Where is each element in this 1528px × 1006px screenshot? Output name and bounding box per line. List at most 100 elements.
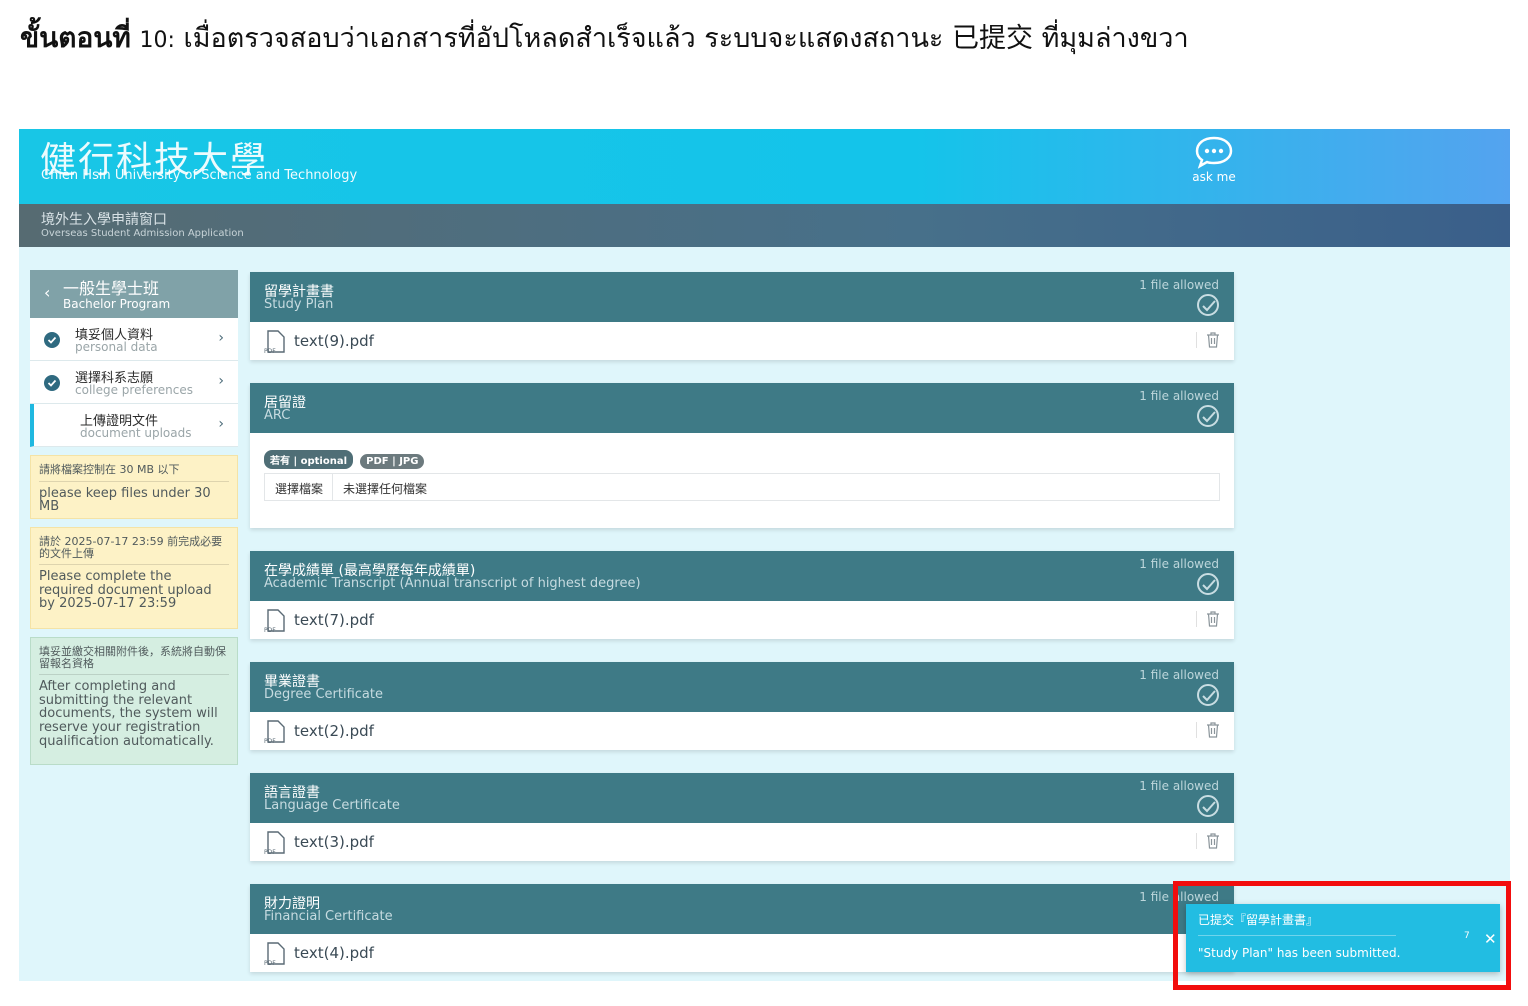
- pdf-file-icon: PDF: [264, 942, 285, 966]
- program-title-zh: 一般生學士班: [63, 279, 160, 298]
- note-en: please keep files under 30 MB: [39, 485, 211, 515]
- chevron-right-icon: ›: [218, 416, 224, 432]
- pdf-file-icon: PDF: [264, 720, 285, 744]
- svg-text:PDF: PDF: [264, 738, 276, 744]
- divider: [1196, 611, 1197, 627]
- file-type-tag: PDF | JPG: [360, 454, 425, 469]
- check-circle-icon: [44, 375, 60, 391]
- sidebar-item-sublabel: personal data: [75, 340, 158, 354]
- card-title-en: Degree Certificate: [264, 687, 383, 702]
- app-window: 健行科技大學 Chien Hsin University of Science …: [19, 129, 1510, 981]
- file-limit-label: 1 file allowed: [1139, 668, 1219, 682]
- check-circle-icon: [1197, 405, 1219, 427]
- pdf-file-icon: PDF: [264, 330, 285, 354]
- subheader-title-zh: 境外生入學申請窗口: [41, 212, 167, 228]
- highlight-box: [1173, 881, 1511, 990]
- sidebar: ‹ 一般生學士班 Bachelor Program 填妥個人資料 persona…: [30, 270, 238, 765]
- sidebar-item-personal-data[interactable]: 填妥個人資料 personal data ›: [30, 318, 238, 361]
- top-banner: 健行科技大學 Chien Hsin University of Science …: [19, 129, 1510, 204]
- note-en: After completing and submitting the rele…: [39, 679, 218, 749]
- ask-me-label: ask me: [1192, 170, 1236, 184]
- tag-group: 若有 | optional PDF | JPG: [264, 449, 426, 469]
- document-card-arc: 居留證 ARC 1 file allowed 若有 | optional PDF…: [250, 383, 1234, 528]
- uploaded-file-link[interactable]: text(2).pdf: [294, 722, 374, 740]
- trash-icon[interactable]: [1206, 833, 1220, 849]
- ask-me-button[interactable]: ask me: [1189, 135, 1239, 184]
- deadline-note: 請於 2025-07-17 23:59 前完成必要的文件上傳 Please co…: [30, 527, 238, 629]
- file-limit-label: 1 file allowed: [1139, 389, 1219, 403]
- chevron-right-icon: ›: [218, 330, 224, 346]
- upload-area: 若有 | optional PDF | JPG 選擇檔案 未選擇任何檔案: [250, 433, 1234, 528]
- svg-text:PDF: PDF: [264, 348, 276, 354]
- file-input[interactable]: 選擇檔案 未選擇任何檔案: [264, 473, 1220, 501]
- file-row: PDF text(4).pdf: [250, 934, 1234, 972]
- sidebar-item-college-preferences[interactable]: 選擇科系志願 college preferences ›: [30, 361, 238, 404]
- sidebar-item-sublabel: document uploads: [80, 426, 192, 440]
- note-zh: 請將檔案控制在 30 MB 以下: [39, 464, 229, 482]
- note-zh: 請於 2025-07-17 23:59 前完成必要的文件上傳: [39, 536, 229, 566]
- file-limit-label: 1 file allowed: [1139, 779, 1219, 793]
- check-circle-icon: [44, 332, 60, 348]
- check-circle-icon: [1197, 795, 1219, 817]
- card-header: 留學計畫書 Study Plan 1 file allowed: [250, 272, 1234, 322]
- optional-tag: 若有 | optional: [264, 450, 354, 469]
- card-title-en: Academic Transcript (Annual transcript o…: [264, 576, 641, 591]
- card-header: 語言證書 Language Certificate 1 file allowed: [250, 773, 1234, 823]
- divider: [1196, 833, 1197, 849]
- check-circle-icon: [1197, 294, 1219, 316]
- card-title-en: Financial Certificate: [264, 909, 393, 924]
- chevron-right-icon: ›: [218, 373, 224, 389]
- sidebar-item-document-uploads[interactable]: 上傳證明文件 document uploads ›: [30, 404, 238, 447]
- file-limit-label: 1 file allowed: [1139, 557, 1219, 571]
- svg-text:PDF: PDF: [264, 849, 276, 855]
- uploaded-file-link[interactable]: text(7).pdf: [294, 611, 374, 629]
- sidebar-item-sublabel: college preferences: [75, 383, 193, 397]
- document-card-study-plan: 留學計畫書 Study Plan 1 file allowed PDF text…: [250, 272, 1234, 360]
- svg-text:PDF: PDF: [264, 960, 276, 966]
- file-row: PDF text(2).pdf: [250, 712, 1234, 750]
- document-list: 留學計畫書 Study Plan 1 file allowed PDF text…: [250, 272, 1234, 981]
- instruction-step-number: 10:: [139, 28, 175, 53]
- document-card-degree: 畢業證書 Degree Certificate 1 file allowed P…: [250, 662, 1234, 750]
- divider: [1196, 332, 1197, 348]
- check-circle-icon: [1197, 684, 1219, 706]
- document-card-language: 語言證書 Language Certificate 1 file allowed…: [250, 773, 1234, 861]
- choose-file-button[interactable]: 選擇檔案: [265, 474, 333, 500]
- file-size-note: 請將檔案控制在 30 MB 以下 please keep files under…: [30, 455, 238, 519]
- chat-bubble-icon: [1195, 136, 1233, 169]
- uploaded-file-link[interactable]: text(3).pdf: [294, 833, 374, 851]
- uploaded-file-link[interactable]: text(9).pdf: [294, 332, 374, 350]
- document-card-financial: 財力證明 Financial Certificate 1 file allowe…: [250, 884, 1234, 972]
- note-zh: 填妥並繳交相關附件後，系統將自動保留報名資格: [39, 646, 229, 676]
- file-input-value: 未選擇任何檔案: [343, 482, 428, 496]
- svg-text:PDF: PDF: [264, 627, 276, 633]
- card-header: 在學成績單 (最高學歷每年成績單) Academic Transcript (A…: [250, 551, 1234, 601]
- file-limit-label: 1 file allowed: [1139, 278, 1219, 292]
- file-row: PDF text(7).pdf: [250, 601, 1234, 639]
- chevron-left-icon: ‹: [44, 283, 51, 302]
- divider: [1196, 722, 1197, 738]
- instruction-text: ขั้นตอนที่ 10: เมื่อตรวจสอบว่าเอกสารที่อ…: [20, 16, 1189, 60]
- uploaded-file-link[interactable]: text(4).pdf: [294, 944, 374, 962]
- card-title-en: Language Certificate: [264, 798, 400, 813]
- subheader-title-en: Overseas Student Admission Application: [41, 228, 244, 239]
- sub-header: 境外生入學申請窗口 Overseas Student Admission App…: [19, 204, 1510, 247]
- registration-note: 填妥並繳交相關附件後，系統將自動保留報名資格 After completing …: [30, 637, 238, 765]
- card-title-en: Study Plan: [264, 297, 334, 312]
- file-row: PDF text(3).pdf: [250, 823, 1234, 861]
- trash-icon[interactable]: [1206, 722, 1220, 738]
- note-en: Please complete the required document up…: [39, 569, 212, 612]
- program-back-button[interactable]: ‹ 一般生學士班 Bachelor Program: [30, 270, 238, 318]
- university-logo-en: Chien Hsin University of Science and Tec…: [41, 168, 358, 183]
- pdf-file-icon: PDF: [264, 609, 285, 633]
- check-circle-icon: [1197, 573, 1219, 595]
- trash-icon[interactable]: [1206, 332, 1220, 348]
- trash-icon[interactable]: [1206, 611, 1220, 627]
- program-title-en: Bachelor Program: [63, 297, 171, 311]
- card-header: 畢業證書 Degree Certificate 1 file allowed: [250, 662, 1234, 712]
- document-card-transcript: 在學成績單 (最高學歷每年成績單) Academic Transcript (A…: [250, 551, 1234, 639]
- card-header: 居留證 ARC 1 file allowed: [250, 383, 1234, 433]
- instruction-body: เมื่อตรวจสอบว่าเอกสารที่อัปโหลดสำเร็จแล้…: [183, 23, 1189, 54]
- file-row: PDF text(9).pdf: [250, 322, 1234, 360]
- pdf-file-icon: PDF: [264, 831, 285, 855]
